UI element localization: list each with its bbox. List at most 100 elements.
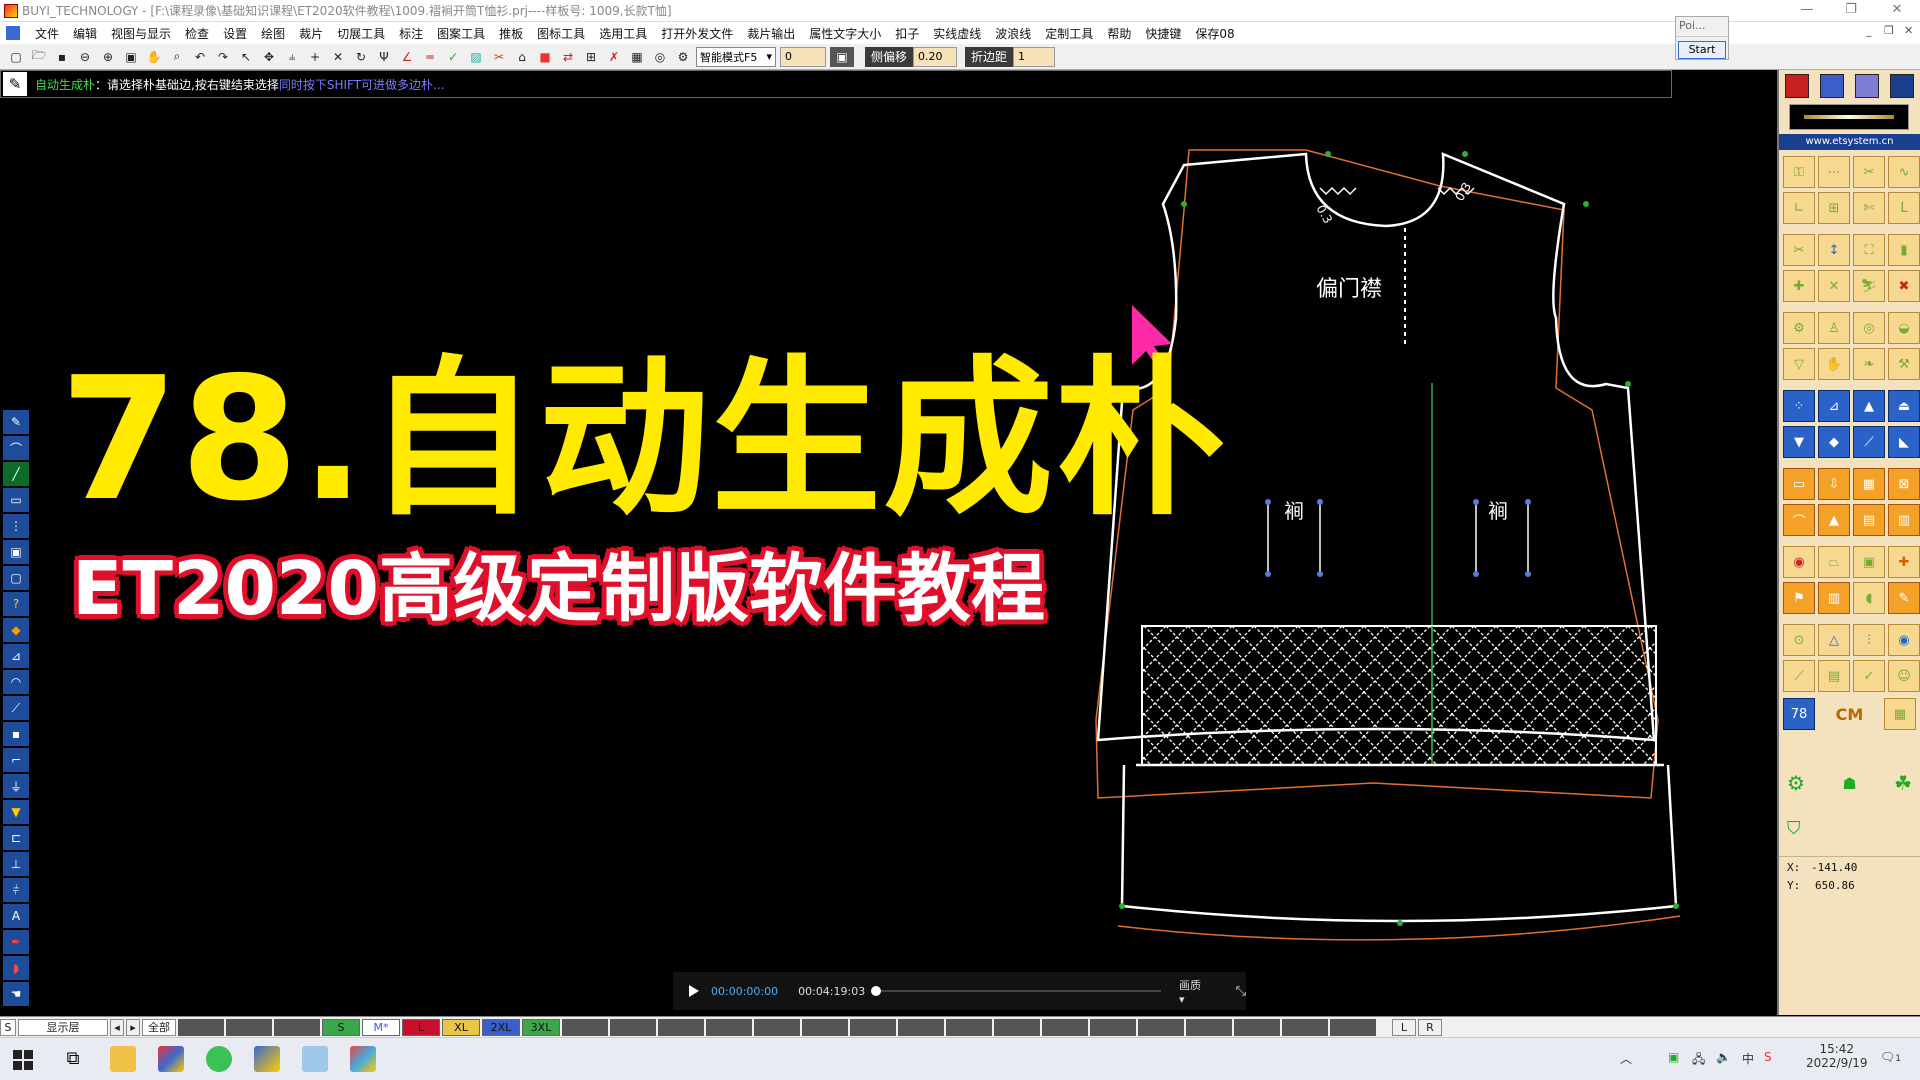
tool-chart-icon[interactable]: ▲ bbox=[1818, 504, 1850, 536]
tool-shirt-icon[interactable]: ⛶ bbox=[1853, 234, 1885, 266]
tool-grid-icon[interactable]: ⊞ bbox=[1818, 192, 1850, 224]
et-app-icon[interactable] bbox=[158, 1046, 184, 1072]
size-chip[interactable]: M* bbox=[362, 1018, 400, 1036]
size-chip[interactable]: 2XL bbox=[482, 1018, 520, 1036]
notification-icon[interactable]: 🗨1 bbox=[1880, 1050, 1901, 1064]
tool-line2-icon[interactable]: ⟋ bbox=[1783, 660, 1815, 692]
tool-cut-icon[interactable]: ✄ bbox=[1853, 192, 1885, 224]
angle-icon[interactable]: ∠ bbox=[397, 47, 417, 67]
size-slot-empty[interactable] bbox=[1138, 1018, 1184, 1036]
tool-wedge-icon[interactable]: ◣ bbox=[1888, 426, 1920, 458]
size-slot-empty[interactable] bbox=[850, 1018, 896, 1036]
undo-icon[interactable]: ↶ bbox=[190, 47, 210, 67]
screen-icon[interactable]: ▣ bbox=[121, 47, 141, 67]
tool-align-icon[interactable]: ⫩ bbox=[3, 878, 29, 902]
chevron-up-icon[interactable]: ︿ bbox=[1620, 1050, 1632, 1067]
tool-arrow-icon[interactable]: ↕ bbox=[1818, 234, 1850, 266]
tool-step-icon[interactable]: ⊏ bbox=[3, 826, 29, 850]
tool-pot-icon[interactable]: ◒ bbox=[1888, 312, 1920, 344]
input-lang[interactable]: 中 bbox=[1742, 1050, 1754, 1067]
align-icon[interactable]: ⫨ bbox=[282, 47, 302, 67]
offset-input[interactable]: 0.20 bbox=[913, 46, 958, 67]
tool-cup-icon[interactable]: ▽ bbox=[1783, 348, 1815, 380]
zoom-in-icon[interactable]: ⊕ bbox=[98, 47, 118, 67]
tool-pleat-icon[interactable]: ⊿ bbox=[1818, 390, 1850, 422]
tool-hammer-icon[interactable]: ⚒ bbox=[1888, 348, 1920, 380]
tool-stamp-icon[interactable]: ⊙ bbox=[1783, 624, 1815, 656]
clock[interactable]: 15:42 2022/9/19 bbox=[1806, 1042, 1868, 1070]
tool-lamp-icon[interactable]: ⏏ bbox=[1888, 390, 1920, 422]
equal-icon[interactable]: ═ bbox=[420, 47, 440, 67]
menu-item[interactable]: 波浪线 bbox=[988, 25, 1038, 42]
file-explorer-icon[interactable] bbox=[110, 1046, 136, 1072]
tool-spiral-icon[interactable]: ◎ bbox=[1853, 312, 1885, 344]
tool-shoe-icon[interactable]: ⛷ bbox=[1853, 270, 1885, 302]
menu-item[interactable]: 视图与显示 bbox=[104, 25, 178, 42]
tool-shape-icon[interactable]: ◆ bbox=[3, 618, 29, 642]
panel-red-icon[interactable] bbox=[1784, 74, 1809, 98]
size-slot-empty[interactable] bbox=[754, 1018, 800, 1036]
arrows-icon[interactable]: ⇄ bbox=[558, 47, 578, 67]
size-slot-empty[interactable] bbox=[1234, 1018, 1280, 1036]
tool-delete-icon[interactable]: ✖ bbox=[1888, 270, 1920, 302]
size-slot-empty[interactable] bbox=[610, 1018, 656, 1036]
cut-icon[interactable]: ✂ bbox=[489, 47, 509, 67]
tool-triangle-icon[interactable]: △ bbox=[1818, 624, 1850, 656]
value1-input[interactable]: 0 bbox=[780, 46, 826, 67]
menu-item[interactable]: 扣子 bbox=[888, 25, 926, 42]
menu-item[interactable]: 定制工具 bbox=[1038, 25, 1100, 42]
video-progress-knob[interactable] bbox=[871, 986, 882, 996]
zoom-fit-icon[interactable]: ⌕ bbox=[167, 47, 187, 67]
tool-hand-icon[interactable]: ☚ bbox=[3, 982, 29, 1006]
menu-item[interactable]: 裁片输出 bbox=[740, 25, 802, 42]
grid-icon[interactable]: ⊞ bbox=[581, 47, 601, 67]
size-slot-empty[interactable] bbox=[706, 1018, 752, 1036]
tool-note-icon[interactable]: ▤ bbox=[1853, 504, 1885, 536]
size-chip[interactable]: 3XL bbox=[522, 1018, 560, 1036]
tool-person-icon[interactable]: ☺ bbox=[1888, 660, 1920, 692]
menu-item[interactable]: 帮助 bbox=[1100, 25, 1138, 42]
right-button[interactable]: R bbox=[1418, 1018, 1442, 1036]
tool-plus-icon[interactable]: ✚ bbox=[1888, 546, 1920, 578]
mdi-minimize-button[interactable]: _ bbox=[1866, 24, 1872, 37]
move-icon[interactable]: ✥ bbox=[259, 47, 279, 67]
paint-icon[interactable] bbox=[254, 1046, 280, 1072]
size-slot-empty[interactable] bbox=[994, 1018, 1040, 1036]
task-view-icon[interactable]: ⧉ bbox=[60, 1046, 86, 1072]
tool-squares-icon[interactable]: ▦ bbox=[1853, 468, 1885, 500]
tool-help-icon[interactable]: ? bbox=[3, 592, 29, 616]
save-icon[interactable]: ▪ bbox=[52, 47, 72, 67]
size-slot-empty[interactable] bbox=[1282, 1018, 1328, 1036]
tool-diamond-icon[interactable]: ◆ bbox=[1818, 426, 1850, 458]
tool-down-icon[interactable]: ⇩ bbox=[1818, 468, 1850, 500]
select-icon[interactable]: ↖ bbox=[236, 47, 256, 67]
menu-item[interactable]: 图标工具 bbox=[530, 25, 592, 42]
tool-ruler-icon[interactable]: ⊿ bbox=[3, 644, 29, 668]
tool-x-frame-icon[interactable]: ⊠ bbox=[1888, 468, 1920, 500]
tool-foot-icon[interactable]: ◖ bbox=[1853, 582, 1885, 614]
layer-select[interactable]: 显示层 bbox=[18, 1018, 108, 1036]
symmetry-icon[interactable]: Ψ bbox=[374, 47, 394, 67]
play-icon[interactable] bbox=[689, 985, 699, 997]
tool-corner-icon[interactable]: ∟ bbox=[1783, 192, 1815, 224]
tool-window-icon[interactable]: ▭ bbox=[1783, 468, 1815, 500]
tool-hanger-icon[interactable]: ⏚ bbox=[3, 774, 29, 798]
video-progress-slider[interactable] bbox=[871, 986, 1162, 996]
tool-tag-icon[interactable]: ⚑ bbox=[1783, 582, 1815, 614]
menu-item[interactable]: 属性文字大小 bbox=[802, 25, 888, 42]
tool-pen-icon[interactable]: ✒ bbox=[3, 930, 29, 954]
size-slot-empty[interactable] bbox=[178, 1018, 224, 1036]
check-icon[interactable]: ✓ bbox=[443, 47, 463, 67]
pattern-app-icon[interactable] bbox=[350, 1046, 376, 1072]
tool-l-icon[interactable]: L bbox=[1888, 192, 1920, 224]
menu-item[interactable]: 选用工具 bbox=[592, 25, 654, 42]
menu-item[interactable]: 图案工具 bbox=[430, 25, 492, 42]
tool-drop-icon[interactable]: ◗ bbox=[3, 956, 29, 980]
menu-item[interactable]: 文件 bbox=[28, 25, 66, 42]
tool-abc-icon[interactable]: ✎ bbox=[1888, 582, 1920, 614]
menu-item[interactable]: 快捷键 bbox=[1138, 25, 1188, 42]
tool-bar-icon[interactable]: ▮ bbox=[1888, 234, 1920, 266]
unit-label[interactable]: CM bbox=[1815, 705, 1884, 724]
plus-icon[interactable]: + bbox=[305, 47, 325, 67]
menu-item[interactable]: 编辑 bbox=[66, 25, 104, 42]
